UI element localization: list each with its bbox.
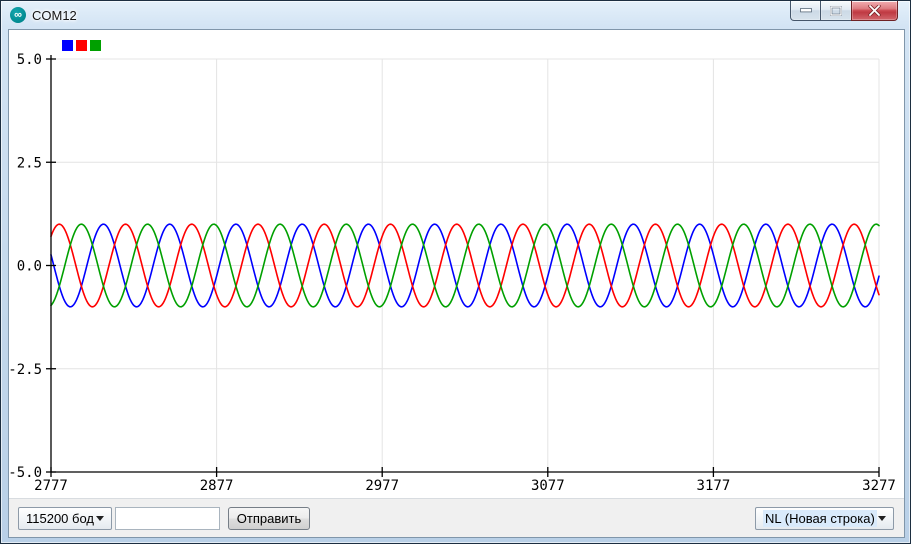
line-ending-value: NL (Новая строка) <box>763 510 877 527</box>
serial-message-input[interactable] <box>115 507 220 530</box>
x-tick-label: 2777 <box>34 478 68 494</box>
send-button[interactable]: Отправить <box>228 507 310 530</box>
line-ending-select[interactable]: NL (Новая строка) <box>755 507 894 530</box>
window-title: COM12 <box>32 8 77 23</box>
serial-toolbar: 115200 бод Отправить NL (Новая строка) <box>9 498 904 537</box>
send-button-label: Отправить <box>237 511 301 526</box>
y-tick-label: -2.5 <box>9 362 42 378</box>
legend-swatch-series-3 <box>90 40 101 51</box>
chevron-down-icon <box>878 516 886 521</box>
baud-rate-value: 115200 бод <box>26 511 94 526</box>
arduino-infinity-icon: ∞ <box>10 7 26 23</box>
maximize-button[interactable] <box>821 1 851 21</box>
y-tick-label: 2.5 <box>17 155 42 171</box>
x-tick-label: 2877 <box>200 478 234 494</box>
x-tick-label: 3177 <box>697 478 731 494</box>
minimize-icon <box>800 8 812 13</box>
maximize-icon <box>830 6 842 16</box>
close-button[interactable] <box>851 1 898 21</box>
client-area: 5.02.50.0-2.5-5.027772877297730773177327… <box>8 29 905 538</box>
x-tick-label: 3077 <box>531 478 565 494</box>
legend-swatch-series-2 <box>76 40 87 51</box>
serial-plotter-window: ∞ COM12 5.02.50. <box>0 0 911 544</box>
close-icon <box>868 5 881 16</box>
y-tick-label: 0.0 <box>17 259 42 275</box>
chevron-down-icon <box>96 516 104 521</box>
legend-swatch-series-1 <box>62 40 73 51</box>
minimize-button[interactable] <box>790 1 821 21</box>
title-bar[interactable]: ∞ COM12 <box>1 1 910 29</box>
plot-panel: 5.02.50.0-2.5-5.027772877297730773177327… <box>9 30 904 498</box>
y-tick-label: 5.0 <box>17 52 42 68</box>
x-tick-label: 3277 <box>862 478 896 494</box>
baud-rate-select[interactable]: 115200 бод <box>18 507 112 530</box>
x-tick-label: 2977 <box>365 478 399 494</box>
serial-plotter-chart: 5.02.50.0-2.5-5.027772877297730773177327… <box>9 30 904 498</box>
window-controls <box>790 1 898 21</box>
